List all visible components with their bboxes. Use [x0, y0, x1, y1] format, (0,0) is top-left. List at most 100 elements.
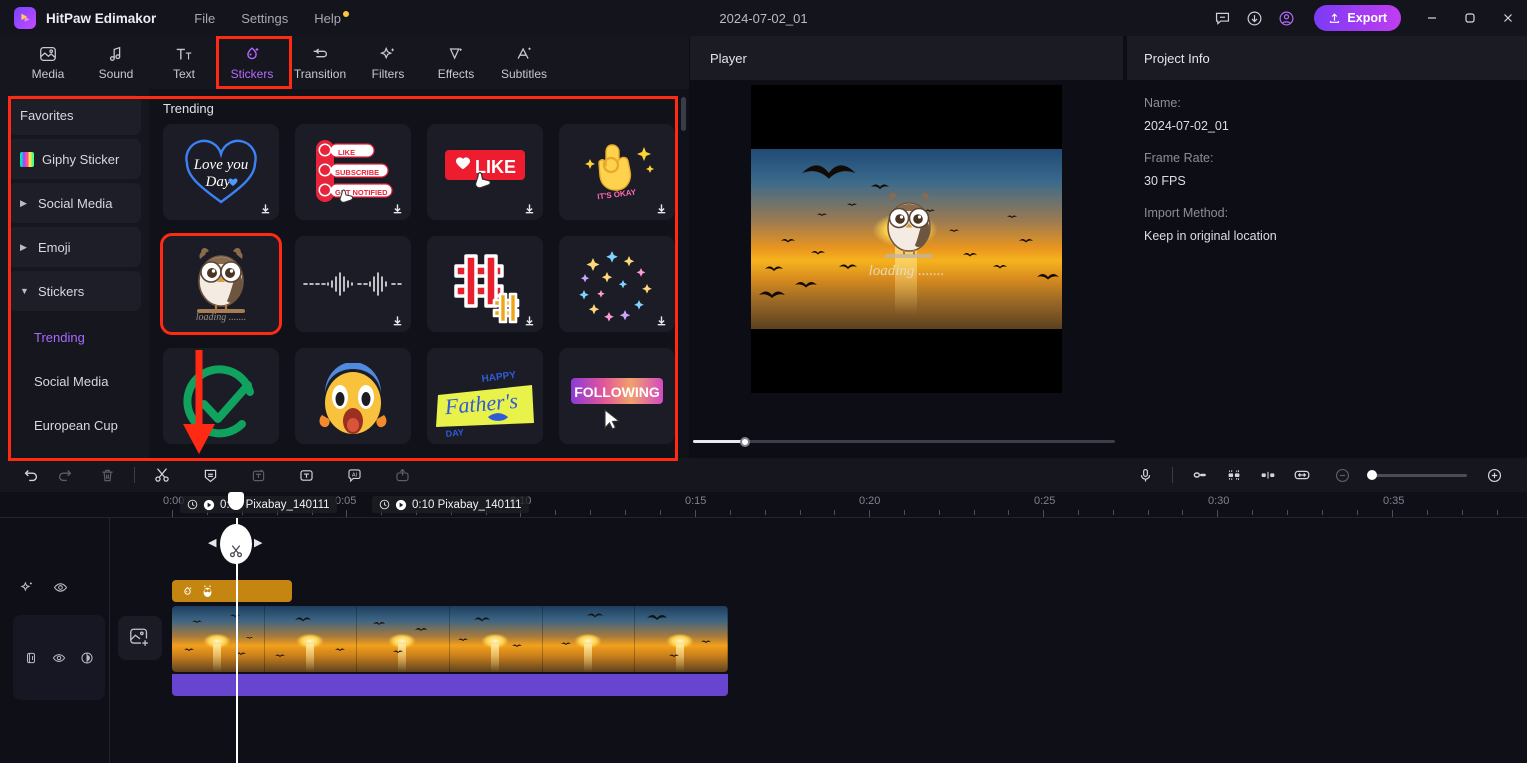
- minimize-icon[interactable]: [1413, 0, 1451, 36]
- export-button[interactable]: Export: [1314, 5, 1401, 31]
- ruler-label-4: 0:20: [859, 495, 880, 507]
- zoom-out-icon[interactable]: [1325, 460, 1359, 490]
- tab-filters[interactable]: Filters: [354, 39, 422, 87]
- tab-sound[interactable]: Sound: [82, 39, 150, 87]
- category-emoji[interactable]: ▶ Emoji: [8, 227, 141, 267]
- split-at-playhead-button[interactable]: [220, 524, 252, 564]
- ruler-tick: [1322, 510, 1323, 515]
- download-icon[interactable]: [258, 201, 273, 216]
- tab-subtitles[interactable]: Subtitles: [490, 39, 558, 87]
- sticker-card-stars-swirl[interactable]: [559, 236, 675, 332]
- tab-media[interactable]: Media: [14, 39, 82, 87]
- video-preview[interactable]: loading .......: [751, 85, 1062, 393]
- download-icon[interactable]: [390, 313, 405, 328]
- subcategory-social-media[interactable]: Social Media: [8, 359, 141, 403]
- download-icon[interactable]: [654, 201, 669, 216]
- sticker-card-screaming-emoji[interactable]: [295, 348, 411, 444]
- volume-icon[interactable]: [80, 651, 94, 665]
- category-social-media[interactable]: ▶ Social Media: [8, 183, 141, 223]
- sticker-grid-scroll-thumb[interactable]: [681, 97, 686, 131]
- title-bar-actions: Export: [1206, 0, 1527, 36]
- video-clip-2-label: 0:10 Pixabay_140111: [412, 499, 522, 511]
- menu-settings[interactable]: Settings: [241, 11, 288, 26]
- ruler-tick: [1113, 510, 1114, 515]
- sticker-card-red-cross-hash[interactable]: [427, 236, 543, 332]
- add-media-button[interactable]: [118, 616, 162, 660]
- player-seek-bar[interactable]: [693, 440, 1115, 443]
- undo-icon[interactable]: [14, 460, 48, 490]
- tab-effects[interactable]: Effects: [422, 39, 490, 87]
- export-clip-icon[interactable]: [385, 460, 419, 490]
- subcategory-trending[interactable]: Trending: [8, 315, 141, 359]
- menu-file[interactable]: File: [194, 11, 215, 26]
- eye-icon[interactable]: [53, 580, 68, 595]
- sticker-card-happy-fathers-day[interactable]: HAPPY Father's DAY: [427, 348, 543, 444]
- category-favorites[interactable]: Favorites: [8, 95, 141, 135]
- download-icon[interactable]: [654, 313, 669, 328]
- track-headers: [0, 518, 110, 763]
- maximize-icon[interactable]: [1451, 0, 1489, 36]
- tab-stickers-label: Stickers: [231, 67, 274, 81]
- sticker-card-following-badge[interactable]: FOLLOWING: [559, 348, 675, 444]
- ruler-label-6: 0:30: [1208, 495, 1229, 507]
- close-icon[interactable]: [1489, 0, 1527, 36]
- sticker-card-love-you-day[interactable]: Love you Day: [163, 124, 279, 220]
- tab-text[interactable]: Text: [150, 39, 218, 87]
- sticker-card-audio-waveform[interactable]: [295, 236, 411, 332]
- detach-audio-icon[interactable]: [1217, 460, 1251, 490]
- microphone-icon[interactable]: [1128, 460, 1162, 490]
- chat-bubble-icon[interactable]: [1206, 2, 1238, 34]
- link-icon[interactable]: [1183, 460, 1217, 490]
- download-icon[interactable]: [522, 313, 537, 328]
- zoom-slider-handle[interactable]: [1367, 470, 1377, 480]
- download-icon[interactable]: [390, 201, 405, 216]
- sticker-icon: [181, 585, 194, 598]
- menu-help[interactable]: Help: [314, 11, 341, 26]
- category-stickers[interactable]: ▼ Stickers: [8, 271, 141, 311]
- import-method-value: Keep in original location: [1144, 229, 1527, 243]
- download-circle-icon[interactable]: [1238, 2, 1270, 34]
- redo-icon[interactable]: [48, 460, 82, 490]
- sticker-grid-scrollbar[interactable]: [681, 97, 686, 447]
- eye-icon[interactable]: [52, 651, 66, 665]
- category-stickers-label: Stickers: [38, 284, 84, 299]
- video-clip-group[interactable]: [172, 606, 728, 672]
- clip-thumbnail: [450, 606, 543, 672]
- effects-sparkle-icon[interactable]: [20, 580, 35, 595]
- delete-icon[interactable]: [90, 460, 124, 490]
- split-scissors-icon[interactable]: [145, 460, 179, 490]
- sticker-card-owl-loading[interactable]: loading .......: [163, 236, 279, 332]
- sticker-card-like-subscribe-notify[interactable]: LIKE SUBSCRIBE GET NOTIFIED: [295, 124, 411, 220]
- step-forward-arrow-icon[interactable]: ▶: [254, 536, 262, 549]
- download-icon[interactable]: [522, 201, 537, 216]
- ruler-tick: [1357, 510, 1358, 515]
- tab-stickers[interactable]: Stickers: [218, 39, 286, 87]
- lock-icon[interactable]: [24, 651, 38, 665]
- sticker-card-its-okay-hand[interactable]: IT'S OKAY: [559, 124, 675, 220]
- text-box-icon[interactable]: [289, 460, 323, 490]
- ruler-baseline: [0, 517, 1527, 518]
- ai-caption-icon[interactable]: AI: [337, 460, 371, 490]
- playhead-handle[interactable]: [228, 492, 244, 510]
- owl-overlay: [869, 185, 949, 271]
- audio-track-clip[interactable]: [172, 674, 728, 696]
- split-clip-icon[interactable]: [1251, 460, 1285, 490]
- fit-width-icon[interactable]: [1285, 460, 1319, 490]
- subcategory-european-cup[interactable]: European Cup: [8, 403, 141, 447]
- tab-transition[interactable]: Transition: [286, 39, 354, 87]
- category-giphy-sticker[interactable]: Giphy Sticker: [8, 139, 141, 179]
- zoom-slider[interactable]: [1369, 474, 1467, 477]
- player-seek-fill: [693, 440, 745, 443]
- sticker-card-like-button[interactable]: LIKE: [427, 124, 543, 220]
- sticker-clip[interactable]: [172, 580, 292, 602]
- app-logo-icon: [14, 7, 36, 29]
- step-back-arrow-icon[interactable]: ◀: [208, 536, 216, 549]
- account-circle-icon[interactable]: [1270, 2, 1302, 34]
- zoom-in-icon[interactable]: [1477, 460, 1511, 490]
- player-seek-handle[interactable]: [740, 437, 750, 447]
- add-text-icon[interactable]: [241, 460, 275, 490]
- tab-text-label: Text: [173, 67, 195, 81]
- ruler-tick: [834, 510, 835, 515]
- chevron-right-icon: ▶: [20, 198, 30, 209]
- toolbar-divider-right: [1172, 467, 1173, 483]
